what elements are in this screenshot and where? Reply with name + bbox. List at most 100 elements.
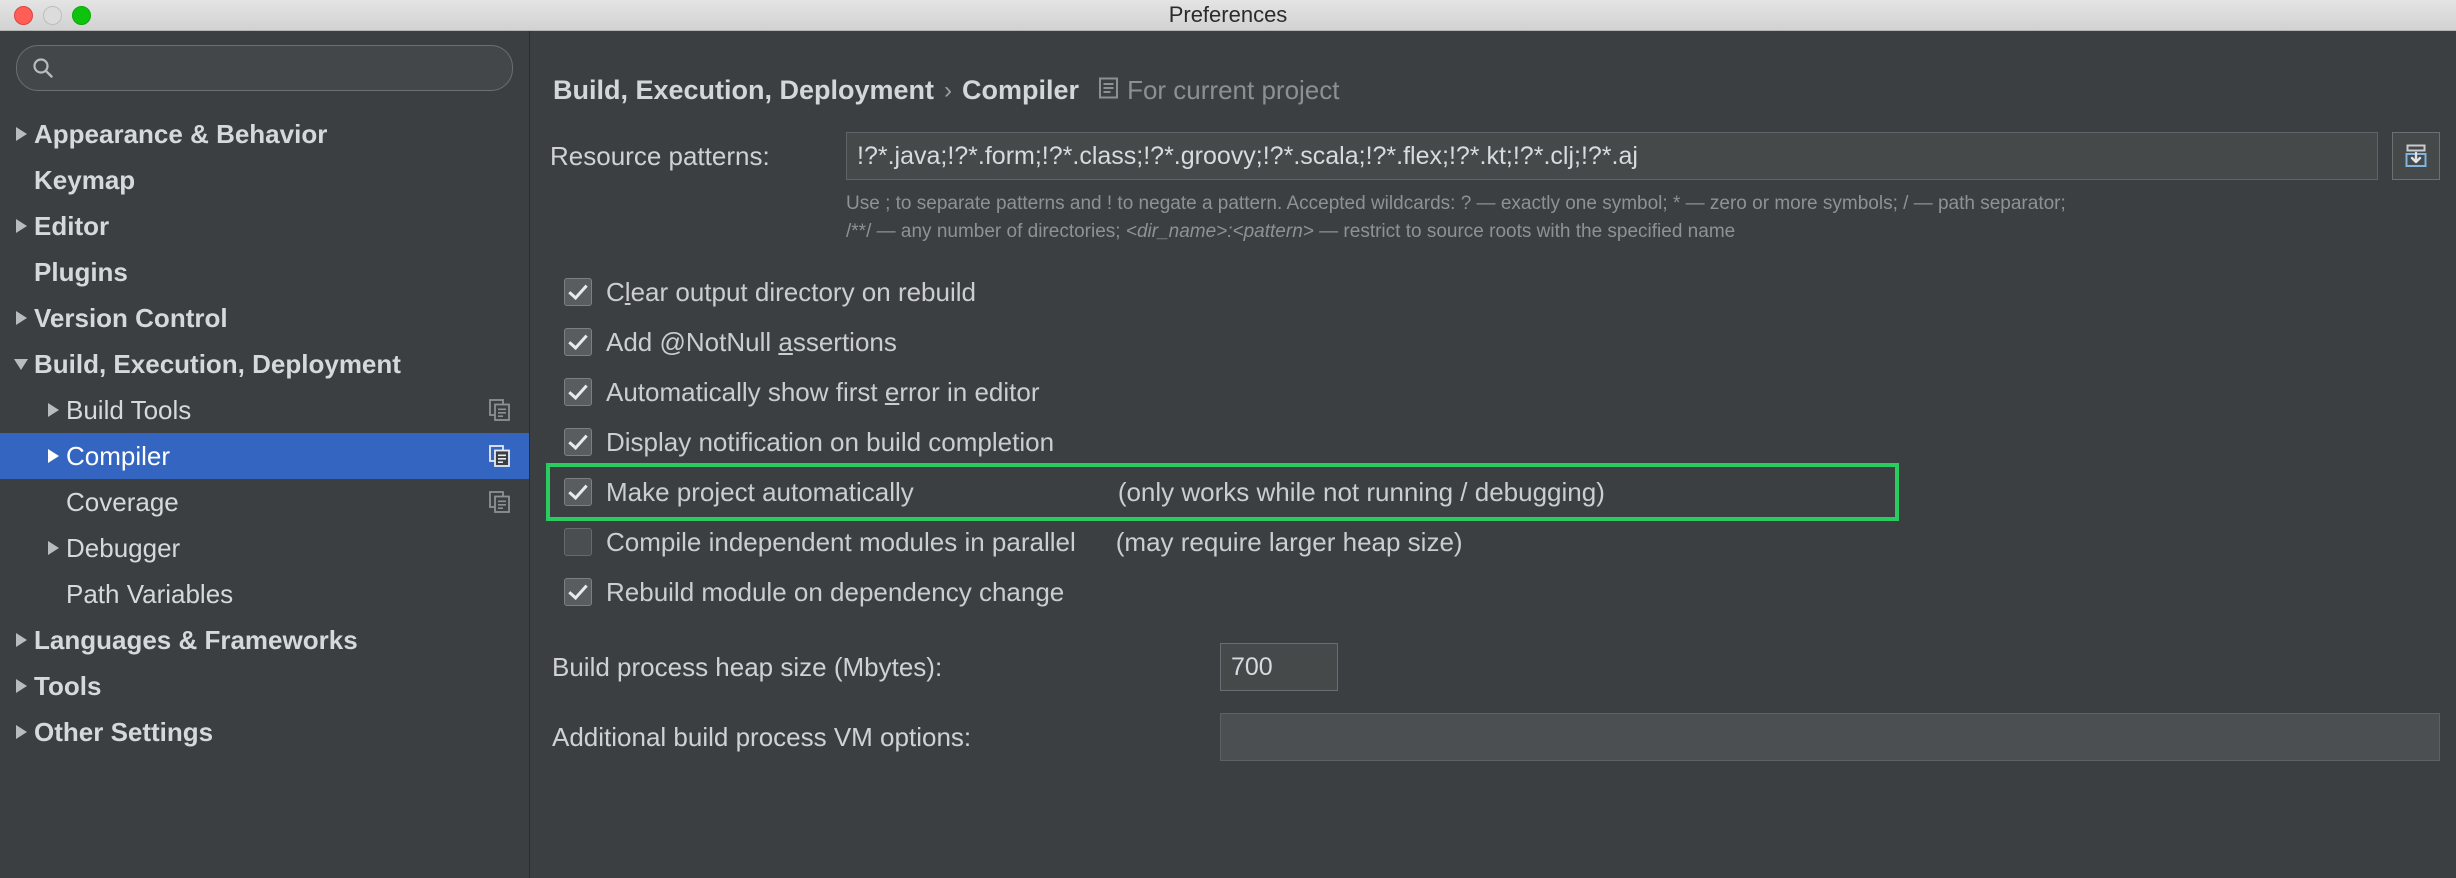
hint-line-1: Use ; to separate patterns and ! to nega… <box>846 193 2066 214</box>
hint-line-2-italic: <dir_name>:<pattern> <box>1125 220 1314 242</box>
hint-line-2-post: — restrict to source roots with the spec… <box>1313 220 1736 242</box>
sidebar-item-label: Compiler <box>66 440 171 471</box>
search-icon <box>31 56 55 80</box>
sidebar-item-compiler[interactable]: Compiler <box>0 433 529 479</box>
sidebar-item-tools[interactable]: Tools <box>0 663 529 709</box>
preferences-window: Preferences Appearance & Behavior Keymap E… <box>0 0 2456 878</box>
label-mnemonic: e <box>884 376 900 407</box>
sidebar-item-path-variables[interactable]: Path Variables <box>0 571 529 617</box>
label-text: Add @NotNull <box>606 326 779 357</box>
project-scope-icon <box>1099 75 1119 106</box>
vm-options-label: Additional build process VM options: <box>552 721 972 752</box>
sidebar-item-label: Path Variables <box>66 578 234 609</box>
search-input[interactable] <box>65 55 498 81</box>
checkbox-label-automatically-show-first-error-in-editor: Automatically show first error in editor <box>606 377 1040 408</box>
checkbox-row-clear-output-directory-on-rebuild[interactable]: Clear output directory on rebuild <box>550 267 2456 317</box>
chevron-right-icon[interactable] <box>40 449 66 463</box>
resource-patterns-label: Resource patterns: <box>550 140 770 171</box>
sidebar-item-label: Other Settings <box>34 716 214 747</box>
sidebar-item-label: Version Control <box>34 302 228 333</box>
label-text: Display notification on build completion <box>606 426 1055 457</box>
heap-size-label: Build process heap size (Mbytes): <box>552 651 943 682</box>
checkbox-row-compile-independent-modules-in-parallel[interactable]: Compile independent modules in parallel (… <box>550 517 2456 567</box>
vm-options-input[interactable] <box>1220 713 2440 762</box>
expand-editor-icon[interactable] <box>2392 132 2440 180</box>
window-titlebar: Preferences <box>0 0 2456 31</box>
compiler-options-checkboxes: Clear output directory on rebuild Add @No… <box>546 267 2456 617</box>
copy-settings-icon[interactable] <box>489 491 511 513</box>
vm-options-row: Additional build process VM options: <box>550 713 2456 762</box>
checkbox-row-make-project-automatically[interactable]: Make project automatically (only works wh… <box>546 463 1899 522</box>
label-text: C <box>606 276 625 307</box>
breadcrumb-parent[interactable]: Build, Execution, Deployment <box>553 75 934 106</box>
chevron-right-icon[interactable] <box>8 725 34 739</box>
settings-sidebar: Appearance & Behavior Keymap Editor Plugins… <box>0 31 530 878</box>
checkbox-compile-independent-modules-in-parallel[interactable] <box>564 528 592 557</box>
settings-detail-panel: Build, Execution, Deployment › Compiler … <box>530 31 2456 878</box>
minimize-button[interactable] <box>43 5 62 25</box>
sidebar-item-label: Coverage <box>66 486 179 517</box>
sidebar-item-label: Keymap <box>34 164 136 195</box>
window-title: Preferences <box>1168 2 1288 27</box>
checkbox-note-compile-independent-modules-in-parallel: (may require larger heap size) <box>1115 526 1463 557</box>
checkbox-label-add-notnull-assertions: Add @NotNull assertions <box>606 327 897 358</box>
checkbox-row-rebuild-module-on-dependency-change[interactable]: Rebuild module on dependency change <box>550 567 2456 617</box>
checkbox-automatically-show-first-error-in-editor[interactable] <box>564 378 592 407</box>
sidebar-item-coverage[interactable]: Coverage <box>0 479 529 525</box>
checkbox-row-add-notnull-assertions[interactable]: Add @NotNull assertions <box>550 317 2456 367</box>
chevron-right-icon[interactable] <box>40 541 66 555</box>
resource-patterns-hint: Use ; to separate patterns and ! to nega… <box>846 190 2426 245</box>
chevron-down-icon[interactable] <box>8 358 34 370</box>
heap-size-row: Build process heap size (Mbytes): <box>550 643 2456 692</box>
sidebar-item-editor[interactable]: Editor <box>0 203 529 249</box>
checkbox-row-automatically-show-first-error-in-editor[interactable]: Automatically show first error in editor <box>550 367 2456 417</box>
label-text: Automatically show first <box>606 376 885 407</box>
chevron-right-icon[interactable] <box>8 679 34 693</box>
chevron-right-icon[interactable] <box>8 127 34 141</box>
scope-indicator: For current project <box>1099 75 1339 106</box>
sidebar-item-debugger[interactable]: Debugger <box>0 525 529 571</box>
checkbox-row-display-notification-on-build-completion[interactable]: Display notification on build completion <box>550 417 2456 467</box>
sidebar-item-appearance-behavior[interactable]: Appearance & Behavior <box>0 111 529 157</box>
checkbox-note-make-project-automatically: (only works while not running / debuggin… <box>1117 476 1605 507</box>
copy-settings-icon[interactable] <box>489 399 511 421</box>
settings-tree: Appearance & Behavior Keymap Editor Plugins… <box>0 105 529 878</box>
label-text: Make project automatically <box>606 476 914 507</box>
checkbox-label-make-project-automatically: Make project automatically <box>606 477 914 508</box>
checkbox-label-clear-output-directory-on-rebuild: Clear output directory on rebuild <box>606 277 976 308</box>
zoom-button[interactable] <box>72 5 91 25</box>
checkbox-display-notification-on-build-completion[interactable] <box>564 428 592 457</box>
resource-patterns-input[interactable] <box>846 132 2378 180</box>
sidebar-item-keymap[interactable]: Keymap <box>0 157 529 203</box>
sidebar-item-label: Editor <box>34 210 110 241</box>
sidebar-item-label: Build, Execution, Deployment <box>34 348 401 379</box>
checkbox-rebuild-module-on-dependency-change[interactable] <box>564 578 592 607</box>
sidebar-item-label: Languages & Frameworks <box>34 624 358 655</box>
checkbox-make-project-automatically[interactable] <box>564 478 592 507</box>
copy-settings-icon[interactable] <box>489 445 511 467</box>
sidebar-item-label: Appearance & Behavior <box>34 118 328 149</box>
search-box[interactable] <box>16 45 513 91</box>
sidebar-item-build-execution-deployment[interactable]: Build, Execution, Deployment <box>0 341 529 387</box>
chevron-right-icon[interactable] <box>8 311 34 325</box>
close-button[interactable] <box>14 5 33 25</box>
checkbox-add-notnull-assertions[interactable] <box>564 328 592 357</box>
breadcrumb: Build, Execution, Deployment › Compiler … <box>550 75 2456 106</box>
sidebar-item-label: Build Tools <box>66 394 192 425</box>
label-mnemonic: a <box>778 326 793 357</box>
sidebar-item-other-settings[interactable]: Other Settings <box>0 709 529 755</box>
sidebar-item-build-tools[interactable]: Build Tools <box>0 387 529 433</box>
sidebar-item-plugins[interactable]: Plugins <box>0 249 529 295</box>
sidebar-item-languages-frameworks[interactable]: Languages & Frameworks <box>0 617 529 663</box>
checkbox-clear-output-directory-on-rebuild[interactable] <box>564 278 592 307</box>
label-text: Rebuild module on dependency change <box>606 576 1065 607</box>
chevron-right-icon[interactable] <box>40 403 66 417</box>
resource-patterns-row: Resource patterns: <box>550 132 2456 180</box>
label-text-post: ssertions <box>792 326 897 357</box>
checkbox-label-rebuild-module-on-dependency-change: Rebuild module on dependency change <box>606 577 1064 608</box>
heap-size-input[interactable] <box>1220 643 1338 692</box>
sidebar-item-label: Plugins <box>34 256 128 287</box>
sidebar-item-version-control[interactable]: Version Control <box>0 295 529 341</box>
chevron-right-icon[interactable] <box>8 633 34 647</box>
chevron-right-icon[interactable] <box>8 219 34 233</box>
